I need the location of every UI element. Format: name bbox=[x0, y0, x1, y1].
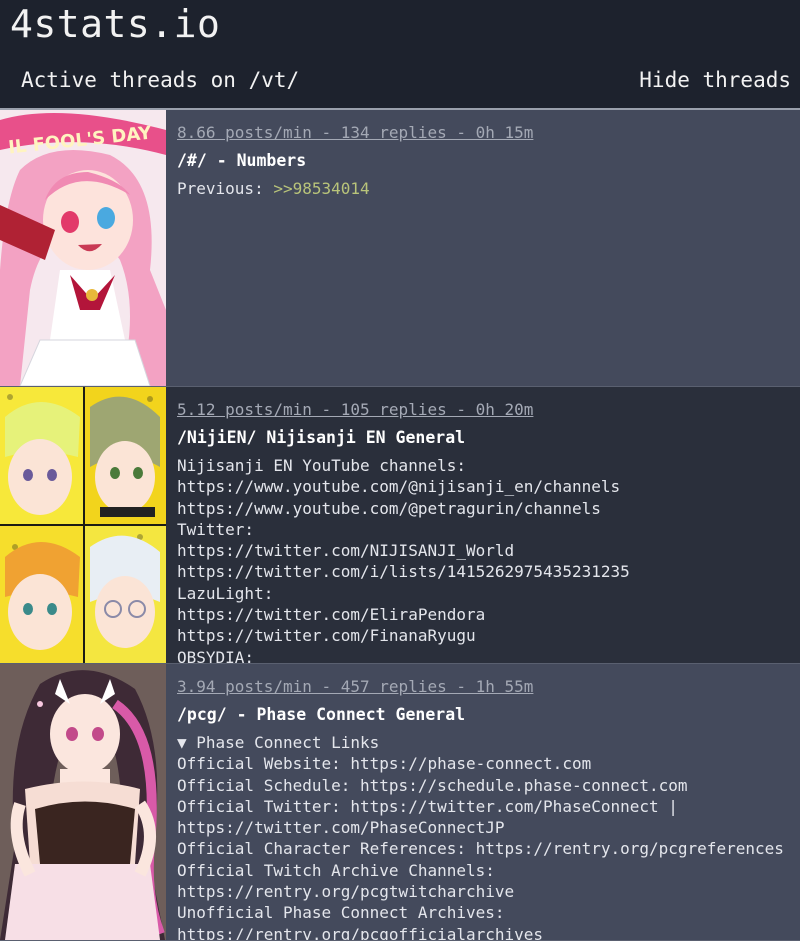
content-line: Unofficial Phase Connect Archives: bbox=[177, 903, 505, 923]
thread-stats-link[interactable]: 3.94 posts/min - 457 replies - 1h 55m bbox=[177, 677, 533, 696]
content-link[interactable]: https://rentry.org/pcgofficialarchives bbox=[177, 924, 789, 940]
content-link[interactable]: https://rentry.org/pcgtwitcharchive bbox=[177, 881, 789, 902]
content-link[interactable]: https://twitter.com/EliraPendora bbox=[177, 604, 789, 625]
previous-label: Previous: bbox=[177, 179, 274, 198]
thread-title: /#/ - Numbers bbox=[177, 151, 307, 170]
content-line[interactable]: Official Website: https://phase-connect.… bbox=[177, 753, 789, 774]
content-line: OBSYDIA: bbox=[177, 647, 255, 663]
thread-content: ▼ Phase Connect Links Official Website: h… bbox=[177, 732, 789, 940]
thread-thumbnail-image bbox=[0, 387, 166, 663]
content-line: LazuLight: bbox=[177, 583, 274, 603]
thread-thumbnail[interactable] bbox=[0, 664, 166, 940]
thread-content: Nijisanji EN YouTube channels: https://ww… bbox=[177, 455, 789, 663]
content-link[interactable]: https://twitter.com/i/lists/141526297543… bbox=[177, 561, 789, 582]
site-header: 4stats.io Active threads on /vt/ Hide th… bbox=[0, 0, 800, 110]
content-line[interactable]: Official Character References: https://r… bbox=[177, 838, 789, 859]
content-link[interactable]: https://twitter.com/NIJISANJI_World bbox=[177, 540, 789, 561]
thread-thumbnail-image bbox=[0, 664, 166, 940]
quote-link[interactable]: >>98534014 bbox=[273, 179, 369, 198]
thread-thumbnail-image: IL FOOL'S DAY bbox=[0, 110, 166, 386]
content-line[interactable]: Official Schedule: https://schedule.phas… bbox=[177, 775, 789, 796]
hide-threads-button[interactable]: Hide threads bbox=[639, 68, 791, 92]
thread-row: 5.12 posts/min - 105 replies - 0h 20m /N… bbox=[0, 387, 800, 664]
content-line: Nijisanji EN YouTube channels: bbox=[177, 456, 466, 475]
content-link[interactable]: https://www.youtube.com/@petragurin/chan… bbox=[177, 498, 789, 519]
thread-stats-link[interactable]: 8.66 posts/min - 134 replies - 0h 15m bbox=[177, 123, 533, 142]
thread-row: 3.94 posts/min - 457 replies - 1h 55m /p… bbox=[0, 664, 800, 941]
thread-thumbnail[interactable]: IL FOOL'S DAY bbox=[0, 110, 166, 386]
thread-thumbnail[interactable] bbox=[0, 387, 166, 663]
thread-list: IL FOOL'S DAY 8.66 posts/min - 134 repli… bbox=[0, 110, 800, 941]
thread-stats-link[interactable]: 5.12 posts/min - 105 replies - 0h 20m bbox=[177, 400, 533, 419]
content-line[interactable]: ▼ Phase Connect Links bbox=[177, 732, 789, 753]
content-link[interactable]: https://twitter.com/PhaseConnectJP bbox=[177, 817, 789, 838]
thread-title: /NijiEN/ Nijisanji EN General bbox=[177, 428, 466, 447]
thread-title: /pcg/ - Phase Connect General bbox=[177, 705, 466, 724]
thread-content: Previous: >>98534014 bbox=[177, 178, 789, 199]
content-line: Twitter: bbox=[177, 519, 255, 539]
board-subtitle: Active threads on /vt/ bbox=[21, 68, 300, 92]
content-link[interactable]: https://twitter.com/FinanaRyugu bbox=[177, 625, 789, 646]
content-line: Official Twitch Archive Channels: bbox=[177, 860, 495, 880]
content-line[interactable]: Official Twitter: https://twitter.com/Ph… bbox=[177, 796, 789, 817]
content-link[interactable]: https://www.youtube.com/@nijisanji_en/ch… bbox=[177, 476, 789, 497]
thread-row: IL FOOL'S DAY 8.66 posts/min - 134 repli… bbox=[0, 110, 800, 387]
site-title-link[interactable]: 4stats.io bbox=[10, 2, 220, 46]
